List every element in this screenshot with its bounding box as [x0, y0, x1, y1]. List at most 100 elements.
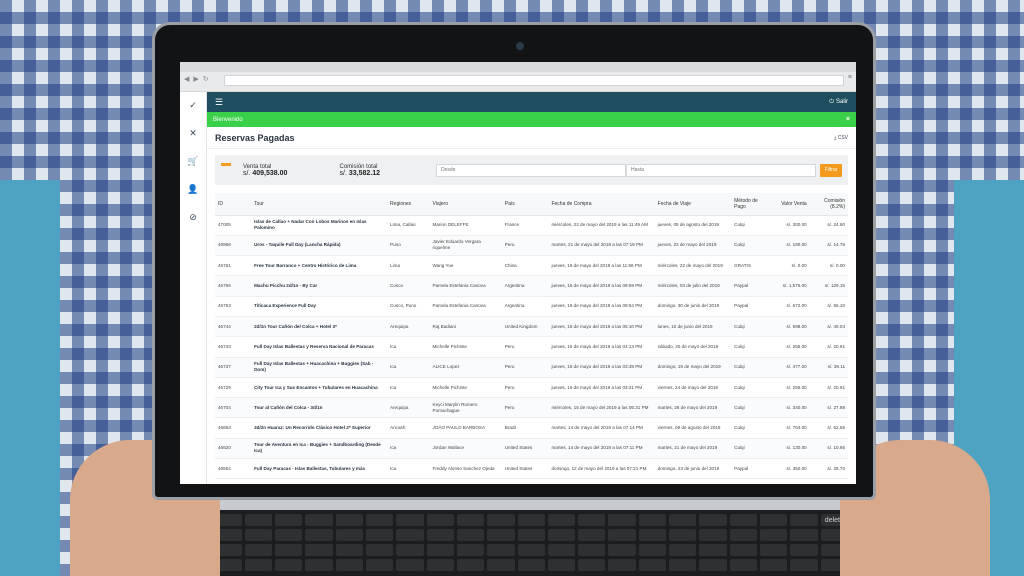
keyboard-key — [244, 559, 272, 571]
cell-payment-method: Paypal — [731, 275, 774, 297]
cell-purchase-date: jueves, 16 de mayo del 2019 a las 04:13 … — [548, 336, 655, 358]
table-row[interactable]: 46729 City Tour Ica y Sus Encantos + Tubu… — [215, 377, 848, 399]
cell-traveler: Raj Badiani — [429, 316, 502, 338]
table-row[interactable]: 46753 Titicaca Experience Full Day Cusco, … — [215, 296, 848, 317]
user-icon[interactable]: 👤 — [185, 182, 201, 196]
column-header-country[interactable]: País — [501, 193, 549, 216]
hamburger-menu-icon[interactable]: ☰ — [215, 97, 223, 108]
cell-region: Lima, Callao — [387, 215, 430, 236]
column-header-tour[interactable]: Tour — [251, 193, 388, 216]
column-header-id[interactable]: ID — [215, 193, 252, 216]
cell-travel-date: miércoles, 22 de mayo del 2019 — [654, 255, 732, 277]
cell-payment-method: Paypal — [731, 296, 774, 317]
accent-dash — [221, 163, 231, 166]
table-row[interactable]: 47005 Islas de Callao + Nadar Con Lobos M… — [215, 215, 848, 236]
browser-menu-icon[interactable]: ≡ — [848, 74, 852, 81]
cell-region: Ica — [387, 458, 430, 480]
cell-id: 46620 — [215, 438, 252, 460]
cell-travel-date: domingo, 23 de junio del 2019 — [654, 458, 732, 480]
cell-id: 46753 — [215, 296, 252, 317]
cell-tour: Tour de Aventura en Ica - Buggies + Sand… — [251, 438, 388, 460]
cell-tour: Free Tour Barranco + Centro Histórico de… — [251, 255, 388, 277]
address-bar[interactable] — [224, 75, 844, 86]
cell-sale-value: s/. 598.00 — [773, 316, 810, 338]
cell-commission: s/. 20.91 — [809, 377, 848, 399]
filter-button[interactable]: Filtrar — [820, 163, 842, 177]
cell-traveler: Marion DELEFFE — [429, 215, 502, 236]
cell-region: Arequipa — [387, 316, 430, 338]
reload-icon[interactable]: ↻ — [203, 75, 209, 83]
cell-purchase-date: jueves, 16 de mayo del 2019 a las 09:59 … — [548, 275, 655, 297]
keyboard-key — [456, 514, 485, 526]
column-header-sale-value[interactable]: Valor Venta — [773, 193, 810, 216]
csv-export-button[interactable]: ⤓ CSV — [834, 135, 848, 141]
keyboard-key — [699, 529, 727, 541]
table-row[interactable]: 46653 3d/2n Huaraz: Un Recorrido Clásico … — [215, 417, 848, 439]
table-row[interactable]: 46704 Tour al Cañón del Colca - 3d/1n Areq… — [215, 397, 848, 419]
cell-id: 46744 — [215, 316, 252, 338]
cell-id: 46653 — [215, 417, 252, 439]
cell-travel-date: domingo, 30 de junio del 2019 — [654, 296, 732, 317]
check-icon[interactable]: ✓ — [185, 98, 201, 112]
keyboard-key — [365, 544, 394, 556]
column-header-purchase-date[interactable]: Fecha de Compra — [548, 193, 655, 216]
main-content: ☰ ⏻ Salir Bienvenido × Reservas Pagadas … — [207, 92, 856, 484]
sidebar: ✓ ✕ 🛒 👤 ⊘ — [180, 92, 207, 484]
cell-tour: Titicaca Experience Full Day — [251, 296, 388, 317]
cell-region: Lima — [387, 255, 430, 277]
table-row[interactable]: 46743 Full Day Islas Ballestas y Reserva … — [215, 336, 848, 358]
table-row[interactable]: 46737 Full Day Islas Ballestas + Huacachi… — [215, 357, 848, 378]
cell-tour: 3d/2n Huaraz: Un Recorrido Clásico Hotel… — [251, 417, 388, 439]
keyboard-key — [365, 514, 394, 526]
cell-id: 46756 — [215, 275, 252, 297]
column-header-region[interactable]: Regiones — [387, 193, 430, 216]
welcome-close-button[interactable]: × — [846, 116, 850, 123]
cell-payment-method: Culqi — [731, 377, 774, 399]
forward-icon[interactable]: ▶ — [193, 75, 198, 83]
cell-sale-value: s/. 1,575.00 — [773, 275, 810, 297]
cell-id: 46737 — [215, 357, 252, 378]
laptop-keyboard: escdelete — [178, 510, 854, 576]
table-row[interactable]: 46756 Machu Picchu 2d/1n - By Car Cusco Pam… — [215, 275, 848, 297]
cell-payment-method: Culqi — [731, 417, 774, 439]
keyboard-key — [547, 559, 576, 571]
close-icon[interactable]: ✕ — [185, 126, 201, 140]
table-row[interactable]: 46968 Uros - Taquile Full Day (Lancha Ráp… — [215, 235, 848, 257]
date-to-input[interactable]: Hasta — [626, 163, 816, 177]
table-row[interactable]: 46761 Free Tour Barranco + Centro Históri… — [215, 255, 848, 277]
cell-commission: s/. 27.88 — [809, 397, 848, 419]
table-row[interactable]: 46744 2d/1n Tour Cañón del Colca + Hotel … — [215, 316, 848, 338]
cell-commission: s/. 20.91 — [809, 336, 848, 358]
cell-traveler: Javier Eduardo Vergara riquelme — [429, 235, 502, 257]
logout-button[interactable]: ⏻ Salir — [829, 99, 848, 106]
welcome-text: Bienvenido — [213, 116, 243, 123]
cart-icon[interactable]: 🛒 — [185, 154, 201, 168]
total-sales-amount: 409,538.00 — [252, 169, 288, 177]
cell-purchase-date: miércoles, 22 de mayo del 2019 a las 11:… — [548, 215, 655, 236]
column-header-payment-method[interactable]: Método de Pago — [731, 193, 774, 216]
cell-traveler: Pamela Estefania Canova — [429, 296, 502, 317]
total-commission-currency: s/. — [339, 169, 347, 177]
unsubscribe-icon[interactable]: ⊘ — [185, 210, 201, 224]
app: ✓ ✕ 🛒 👤 ⊘ ☰ ⏻ Salir Bienvenido × Reserva… — [180, 92, 856, 484]
cell-country: United States — [501, 458, 549, 480]
column-header-traveler[interactable]: Viajero — [429, 193, 502, 216]
column-header-commission[interactable]: Comisión (8.2%) — [809, 193, 848, 216]
keyboard-key — [669, 529, 697, 541]
date-filter: Desde Hasta Filtrar — [436, 163, 842, 177]
keyboard-key — [487, 544, 515, 556]
cell-commission: s/. 39.11 — [809, 357, 848, 378]
cell-traveler: Keyci Marylin Romero Pumachague — [429, 397, 502, 419]
column-header-travel-date[interactable]: Fecha de Viaje — [654, 193, 732, 216]
cell-travel-date: martes, 28 de mayo del 2019 — [654, 397, 732, 419]
table-row[interactable]: 46620 Tour de Aventura en Ica - Buggies +… — [215, 438, 848, 460]
download-icon: ⤓ — [834, 134, 837, 141]
keyboard-key — [517, 529, 545, 541]
date-from-input[interactable]: Desde — [436, 163, 626, 177]
table-row[interactable]: 46554 Full Day Paracas - Islas Ballestas,… — [215, 458, 848, 480]
cell-region: Ica — [387, 438, 430, 460]
keyboard-key — [244, 529, 272, 541]
cell-id: 46554 — [215, 458, 252, 480]
keyboard-key — [244, 514, 272, 526]
back-icon[interactable]: ◀ — [184, 75, 189, 83]
